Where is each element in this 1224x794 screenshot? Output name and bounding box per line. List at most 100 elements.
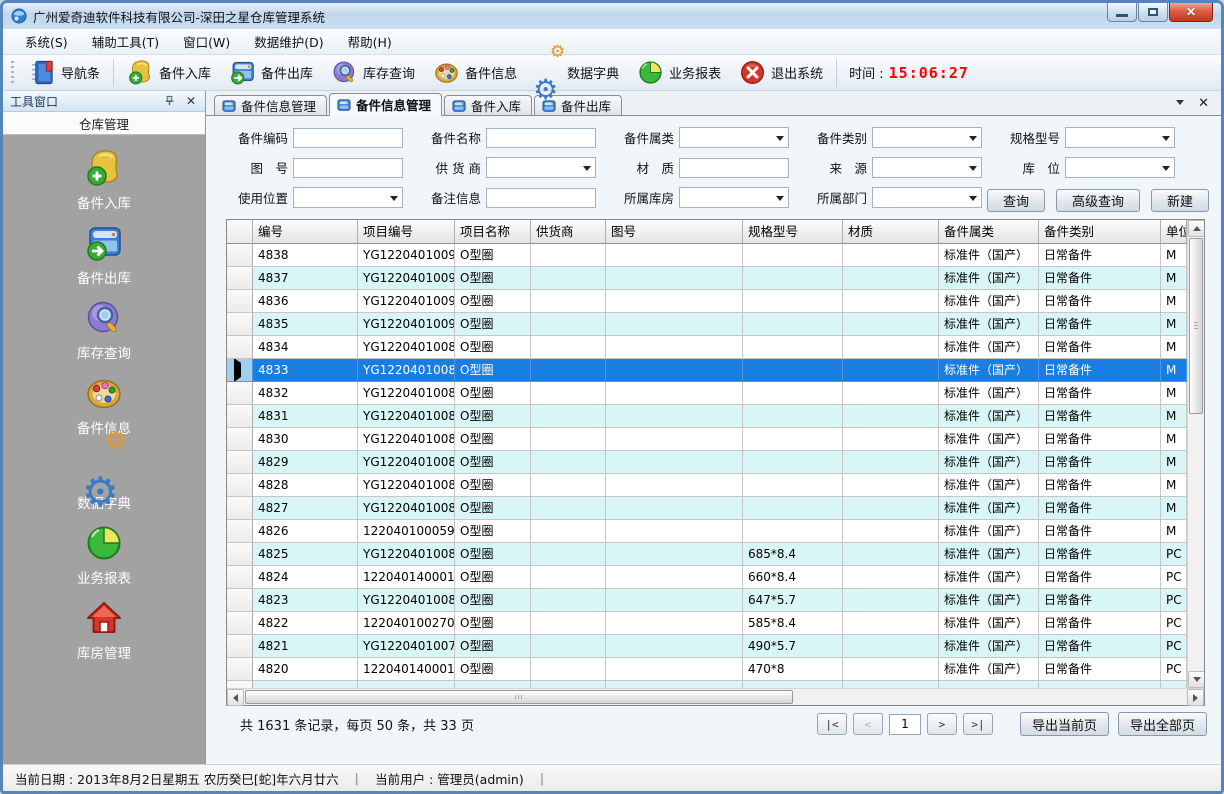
table-row[interactable]: 48261220401000599O型圈标准件（国产）日常备件M: [227, 520, 1187, 543]
sidebar-item-stock-query[interactable]: 库存查询: [3, 298, 205, 362]
spare-code-field[interactable]: [293, 128, 403, 148]
spare-category-select[interactable]: [872, 127, 982, 148]
table-row[interactable]: 48241220401400012O型圈660*8.4标准件（国产）日常备件PC: [227, 566, 1187, 589]
table-row[interactable]: 4833YG12204010088O型圈标准件（国产）日常备件M: [227, 359, 1187, 382]
row-selector-cell[interactable]: [227, 290, 253, 313]
next-page-button[interactable]: >: [927, 713, 957, 735]
row-selector-cell[interactable]: [227, 474, 253, 497]
column-header[interactable]: 单位: [1161, 220, 1187, 244]
row-selector-cell[interactable]: [227, 244, 253, 267]
table-row[interactable]: 4825YG12204010081O型圈685*8.4标准件（国产）日常备件PC: [227, 543, 1187, 566]
supplier-select[interactable]: [486, 157, 596, 178]
tool-window-close-icon[interactable]: ✕: [184, 95, 198, 107]
column-header[interactable]: 项目名称: [455, 220, 531, 244]
table-row[interactable]: 48201220401400013O型圈470*8标准件（国产）日常备件PC: [227, 658, 1187, 681]
horizontal-scroll-thumb[interactable]: [245, 690, 793, 704]
table-row[interactable]: 4827YG12204010082O型圈标准件（国产）日常备件M: [227, 497, 1187, 520]
row-selector-cell[interactable]: [227, 336, 253, 359]
first-page-button[interactable]: |<: [817, 713, 847, 735]
new-button[interactable]: 新建: [1151, 189, 1209, 212]
title-bar[interactable]: 广州爱奇迪软件科技有限公司-深田之星仓库管理系统 ✕: [3, 3, 1221, 29]
sidebar-item-report[interactable]: 业务报表: [3, 523, 205, 587]
minimize-button[interactable]: [1107, 3, 1137, 22]
sidebar-item-spare-out[interactable]: 备件出库: [3, 223, 205, 287]
tab-0[interactable]: 备件信息管理: [214, 95, 327, 115]
row-selector-cell[interactable]: [227, 543, 253, 566]
remark-field[interactable]: [486, 188, 596, 208]
prev-page-button[interactable]: <: [853, 713, 883, 735]
export-current-page-button[interactable]: 导出当前页: [1020, 712, 1109, 736]
location-select[interactable]: [1065, 157, 1175, 178]
toolbar-spare-info-button[interactable]: 备件信息: [424, 57, 526, 88]
row-selector-cell[interactable]: [227, 405, 253, 428]
use-position-select[interactable]: [293, 187, 403, 208]
sidebar-item-warehouse[interactable]: 库房管理: [3, 598, 205, 662]
menu-item[interactable]: 数据维护(D): [242, 28, 335, 55]
table-row[interactable]: 4832YG12204010087O型圈标准件（国产）日常备件M: [227, 382, 1187, 405]
vertical-scroll-thumb[interactable]: [1189, 238, 1203, 414]
table-row[interactable]: 4835YG12204010090O型圈标准件（国产）日常备件M: [227, 313, 1187, 336]
sidebar-item-data-dict[interactable]: ⚙⚙数据字典: [3, 448, 205, 512]
table-row[interactable]: 4829YG12204010084O型圈标准件（国产）日常备件M: [227, 451, 1187, 474]
scroll-left-icon[interactable]: [227, 689, 244, 706]
spare-name-field[interactable]: [486, 128, 596, 148]
toolbar-stock-query-button[interactable]: 库存查询: [322, 57, 424, 88]
drawing-no-field[interactable]: [293, 158, 403, 178]
tab-list-dropdown-icon[interactable]: [1176, 100, 1184, 105]
close-button[interactable]: ✕: [1169, 3, 1213, 22]
toolbar-spare-in-button[interactable]: 备件入库: [118, 57, 220, 88]
table-row[interactable]: 4838YG12204010093O型圈标准件（国产）日常备件M: [227, 244, 1187, 267]
advanced-query-button[interactable]: 高级查询: [1056, 189, 1140, 212]
source-select[interactable]: [872, 157, 982, 178]
tab-close-icon[interactable]: ✕: [1198, 96, 1209, 109]
menu-item[interactable]: 帮助(H): [336, 28, 404, 55]
query-button[interactable]: 查询: [987, 189, 1045, 212]
department-select[interactable]: [872, 187, 982, 208]
row-selector-cell[interactable]: [227, 382, 253, 405]
corner-cell[interactable]: [227, 220, 253, 244]
horizontal-scrollbar[interactable]: [227, 688, 1204, 705]
spec-select[interactable]: [1065, 127, 1175, 148]
spare-attr-select[interactable]: [679, 127, 789, 148]
row-selector-cell[interactable]: [227, 520, 253, 543]
export-all-pages-button[interactable]: 导出全部页: [1118, 712, 1207, 736]
sidebar-group-header[interactable]: 仓库管理: [3, 112, 205, 135]
vertical-scrollbar[interactable]: [1187, 220, 1204, 688]
column-header[interactable]: 供货商: [531, 220, 606, 244]
table-row[interactable]: 4823YG12204010080O型圈647*5.7标准件（国产）日常备件PC: [227, 589, 1187, 612]
table-row[interactable]: 4831YG12204010086O型圈标准件（国产）日常备件M: [227, 405, 1187, 428]
toolbar-spare-out-button[interactable]: 备件出库: [220, 57, 322, 88]
row-selector-cell[interactable]: [227, 451, 253, 474]
row-selector-cell[interactable]: [227, 566, 253, 589]
row-selector-cell[interactable]: [227, 428, 253, 451]
toolbar-exit-button[interactable]: 退出系统: [730, 57, 832, 88]
row-selector-cell[interactable]: [227, 635, 253, 658]
toolbar-data-dict-button[interactable]: ⚙⚙数据字典: [526, 57, 628, 88]
scroll-up-icon[interactable]: [1188, 220, 1204, 237]
scroll-right-icon[interactable]: [1187, 689, 1204, 706]
table-row[interactable]: 4834YG12204010089O型圈标准件（国产）日常备件M: [227, 336, 1187, 359]
sidebar-item-spare-info[interactable]: 备件信息: [3, 373, 205, 437]
column-header[interactable]: 备件类别: [1039, 220, 1161, 244]
row-selector-cell[interactable]: [227, 658, 253, 681]
row-selector-cell[interactable]: [227, 612, 253, 635]
row-selector-cell[interactable]: [227, 267, 253, 290]
tab-1[interactable]: 备件信息管理: [329, 93, 442, 116]
sidebar-item-spare-in[interactable]: 备件入库: [3, 148, 205, 212]
table-row[interactable]: 4836YG12204010091O型圈标准件（国产）日常备件M: [227, 290, 1187, 313]
table-row[interactable]: 4830YG12204010085O型圈标准件（国产）日常备件M: [227, 428, 1187, 451]
column-header[interactable]: 编号: [253, 220, 358, 244]
menu-item[interactable]: 辅助工具(T): [80, 28, 171, 55]
table-row[interactable]: 48221220401002700O型圈585*8.4标准件（国产）日常备件PC: [227, 612, 1187, 635]
last-page-button[interactable]: >|: [963, 713, 993, 735]
column-header[interactable]: 备件属类: [939, 220, 1039, 244]
row-selector-cell[interactable]: [227, 589, 253, 612]
column-header[interactable]: 材质: [843, 220, 939, 244]
table-row[interactable]: 4828YG12204010083O型圈标准件（国产）日常备件M: [227, 474, 1187, 497]
toolbar-navbar-button[interactable]: 导航条: [20, 57, 109, 88]
pin-icon[interactable]: [162, 95, 177, 108]
tab-2[interactable]: 备件入库: [444, 95, 532, 115]
column-header[interactable]: 项目编号: [358, 220, 455, 244]
row-selector-cell[interactable]: [227, 313, 253, 336]
table-row[interactable]: 4837YG12204010092O型圈标准件（国产）日常备件M: [227, 267, 1187, 290]
